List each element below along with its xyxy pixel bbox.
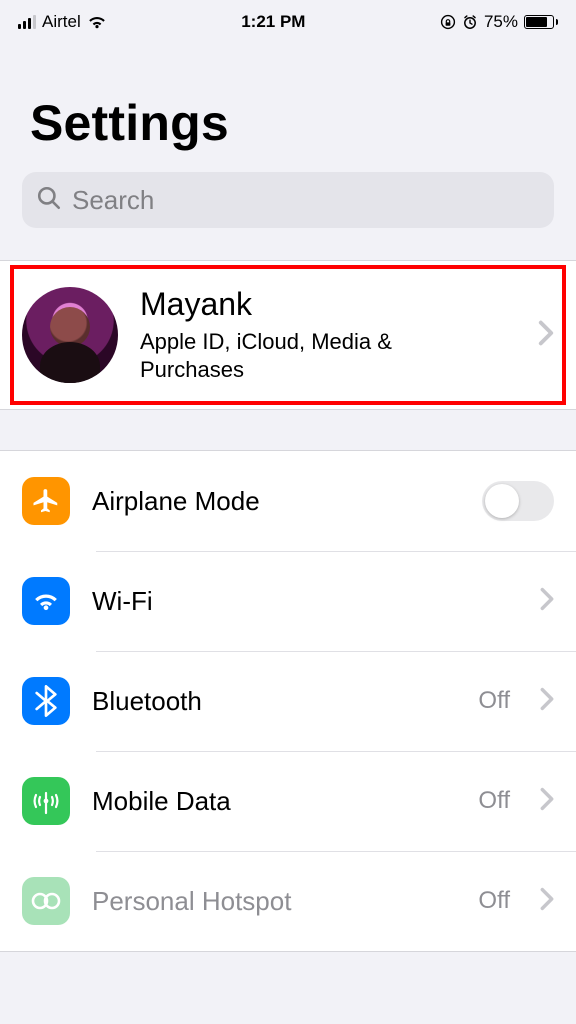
- profile-text: Mayank Apple ID, iCloud, Media & Purchas…: [140, 287, 516, 383]
- page-title: Settings: [30, 94, 546, 152]
- carrier-label: Airtel: [42, 12, 81, 32]
- bluetooth-icon: [22, 677, 70, 725]
- apple-id-row[interactable]: Mayank Apple ID, iCloud, Media & Purchas…: [0, 261, 576, 409]
- wifi-row[interactable]: Wi-Fi: [0, 551, 576, 651]
- status-bar: Airtel 1:21 PM 75%: [0, 0, 576, 44]
- avatar: [22, 287, 118, 383]
- search-wrap: [0, 172, 576, 252]
- wifi-label: Wi-Fi: [92, 586, 518, 617]
- chevron-right-icon: [538, 320, 554, 351]
- status-left: Airtel: [18, 12, 107, 32]
- chevron-right-icon: [540, 687, 554, 716]
- bluetooth-value: Off: [478, 687, 510, 715]
- airplane-label: Airplane Mode: [92, 486, 460, 517]
- chevron-right-icon: [540, 787, 554, 816]
- search-icon: [36, 185, 62, 216]
- battery-icon: [524, 15, 558, 29]
- status-right: 75%: [440, 12, 558, 32]
- signal-bars-icon: [18, 15, 36, 29]
- bluetooth-row[interactable]: Bluetooth Off: [0, 651, 576, 751]
- profile-name: Mayank: [140, 287, 516, 322]
- profile-subtitle: Apple ID, iCloud, Media & Purchases: [140, 328, 440, 383]
- cellular-icon: [22, 777, 70, 825]
- wifi-status-icon: [87, 15, 107, 29]
- wifi-icon: [22, 577, 70, 625]
- airplane-toggle[interactable]: [482, 481, 554, 521]
- profile-section: Mayank Apple ID, iCloud, Media & Purchas…: [0, 260, 576, 410]
- hotspot-label: Personal Hotspot: [92, 886, 456, 917]
- chevron-right-icon: [540, 887, 554, 916]
- hotspot-icon: [22, 877, 70, 925]
- page-title-wrap: Settings: [0, 44, 576, 172]
- orientation-lock-icon: [440, 14, 456, 30]
- search-field[interactable]: [22, 172, 554, 228]
- airplane-mode-row[interactable]: Airplane Mode: [0, 451, 576, 551]
- battery-pct: 75%: [484, 12, 518, 32]
- status-time: 1:21 PM: [241, 12, 305, 32]
- connectivity-section: Airplane Mode Wi-Fi Bluetooth Off Mobile…: [0, 450, 576, 952]
- airplane-icon: [22, 477, 70, 525]
- personal-hotspot-row[interactable]: Personal Hotspot Off: [0, 851, 576, 951]
- mobile-data-row[interactable]: Mobile Data Off: [0, 751, 576, 851]
- bluetooth-label: Bluetooth: [92, 686, 456, 717]
- search-input[interactable]: [72, 185, 540, 216]
- alarm-icon: [462, 14, 478, 30]
- chevron-right-icon: [540, 587, 554, 616]
- hotspot-value: Off: [478, 887, 510, 915]
- mobile-data-label: Mobile Data: [92, 786, 456, 817]
- mobile-data-value: Off: [478, 787, 510, 815]
